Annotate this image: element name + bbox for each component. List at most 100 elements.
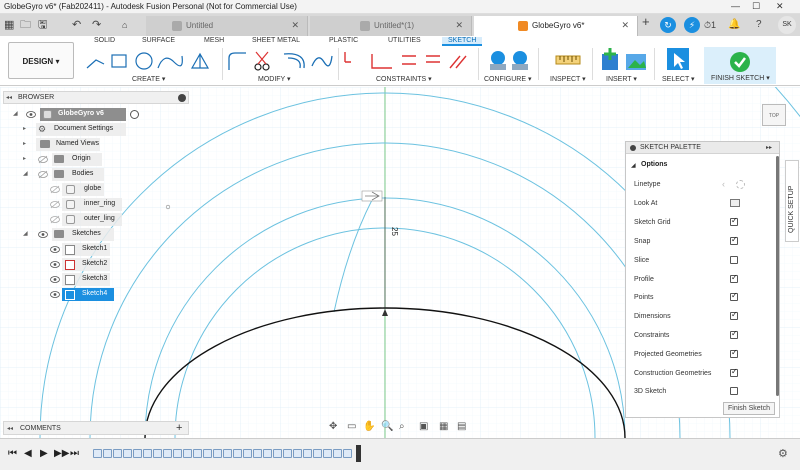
option-sketch-grid[interactable]: Sketch Grid <box>634 216 744 226</box>
option-dimensions[interactable]: Dimensions <box>634 310 744 320</box>
select-menu[interactable]: SELECT ▾ <box>662 75 695 83</box>
add-comment-button[interactable]: + <box>176 422 182 434</box>
option-snap[interactable]: Snap <box>634 235 744 245</box>
measure-icon[interactable] <box>554 52 584 70</box>
activate-radio-icon[interactable] <box>130 110 139 119</box>
visibility-eye-icon[interactable] <box>26 110 36 119</box>
expand-arrow-icon[interactable]: ◢ <box>23 170 28 177</box>
viewports-icon[interactable]: ▤ <box>457 421 466 432</box>
home-icon[interactable]: ⌂ <box>122 18 127 32</box>
expand-arrow-icon[interactable]: ▸ <box>23 155 26 162</box>
option-projected-geometries[interactable]: Projected Geometries <box>634 348 744 358</box>
tab-surface[interactable]: SURFACE <box>142 37 175 44</box>
data-panel-icon[interactable]: ⚡ <box>684 17 700 33</box>
grid-snaps-icon[interactable]: ▦ <box>439 421 448 432</box>
timeline-forward-button[interactable]: ▶▶ <box>54 448 69 459</box>
maximize-button[interactable]: ☐ <box>752 1 760 12</box>
timeline-feature-icon[interactable] <box>193 449 202 458</box>
timeline-feature-icon[interactable] <box>293 449 302 458</box>
timeline-feature-icon[interactable] <box>303 449 312 458</box>
timeline-feature-icon[interactable] <box>223 449 232 458</box>
slice-checkbox[interactable] <box>730 256 738 264</box>
modify-menu[interactable]: MODIFY ▾ <box>258 75 291 83</box>
timeline-feature-icon[interactable] <box>143 449 152 458</box>
points-checkbox[interactable] <box>730 291 738 301</box>
root-component-node[interactable]: GlobeGyro v6 <box>40 108 126 121</box>
visibility-eye-icon[interactable] <box>50 215 60 224</box>
timeline-first-button[interactable]: ⏮ <box>8 448 17 459</box>
browser-item-origin[interactable]: ▸ Origin <box>12 153 112 166</box>
browser-item-sketch1[interactable]: Sketch1 <box>12 243 122 256</box>
timeline-feature-icon[interactable] <box>263 449 272 458</box>
option-constraints[interactable]: Constraints <box>634 329 744 339</box>
sketch-palette-header[interactable]: SKETCH PALETTE ▸▸ <box>626 142 779 154</box>
minimize-button[interactable]: — <box>731 1 740 11</box>
close-tab-icon[interactable]: ✕ <box>455 20 463 31</box>
browser-pin-icon[interactable] <box>178 94 186 102</box>
tab-globegyro[interactable]: GlobeGyro v6* ✕ <box>474 16 638 36</box>
profile-checkbox[interactable] <box>730 273 738 283</box>
timeline-feature-icon[interactable] <box>93 449 102 458</box>
browser-item-inner-ring[interactable]: inner_ring <box>12 198 132 211</box>
browser-item-root[interactable]: ◢ GlobeGyro v6 <box>12 108 139 121</box>
visibility-eye-icon[interactable] <box>50 275 60 284</box>
timeline-marker[interactable] <box>356 445 361 462</box>
snap-checkbox[interactable] <box>730 235 738 245</box>
timeline-feature-icon[interactable] <box>103 449 112 458</box>
construction-linetype-icon[interactable]: ‹ <box>722 179 725 189</box>
pan-icon[interactable]: ✋ <box>363 421 375 432</box>
timeline-feature-icon[interactable] <box>323 449 332 458</box>
projected-geometries-checkbox[interactable] <box>730 348 738 358</box>
expand-arrow-icon[interactable]: ▸ <box>23 140 26 147</box>
timeline-feature-icon[interactable] <box>333 449 342 458</box>
redo-icon[interactable]: ↷ <box>92 18 101 32</box>
workspace-switcher-button[interactable]: DESIGN ▾ <box>8 42 74 79</box>
finish-sketch-button[interactable]: FINISH SKETCH ▾ <box>704 47 776 84</box>
dimension-value[interactable]: 25 <box>390 227 399 236</box>
comments-collapse-icon[interactable]: ◂◂ <box>7 425 13 432</box>
visibility-eye-icon[interactable] <box>50 200 60 209</box>
palette-pin-icon[interactable] <box>630 145 636 151</box>
browser-item-sketches[interactable]: ◢ Sketches <box>12 228 122 241</box>
close-window-button[interactable]: ✕ <box>776 1 784 12</box>
extensions-icon[interactable]: ↻ <box>660 17 676 33</box>
browser-item-sketch2[interactable]: Sketch2 <box>12 258 122 271</box>
tab-sheet-metal[interactable]: SHEET METAL <box>252 37 300 44</box>
selected-sketch-node[interactable]: Sketch4 <box>62 288 114 301</box>
configure-menu[interactable]: CONFIGURE ▾ <box>484 75 531 83</box>
timeline-last-button[interactable]: ⏭ <box>70 448 79 459</box>
timeline-feature-icon[interactable] <box>113 449 122 458</box>
timeline-feature-icon[interactable] <box>163 449 172 458</box>
file-menu-icon[interactable]: 🗀 <box>20 18 31 32</box>
palette-scrollbar[interactable] <box>776 156 779 396</box>
browser-item-outer-ling[interactable]: outer_ling <box>12 213 132 226</box>
timeline-feature-icon[interactable] <box>153 449 162 458</box>
help-icon[interactable]: ? <box>756 18 762 32</box>
visibility-eye-icon[interactable] <box>38 230 48 239</box>
constraints-checkbox[interactable] <box>730 329 738 339</box>
zoom-icon[interactable]: 🔍 <box>381 421 393 432</box>
visibility-eye-icon[interactable] <box>50 185 60 194</box>
inspect-menu[interactable]: INSPECT ▾ <box>550 75 586 83</box>
timeline-feature-icon[interactable] <box>243 449 252 458</box>
palette-finish-sketch-button[interactable]: Finish Sketch <box>723 402 775 415</box>
tab-mesh[interactable]: MESH <box>204 37 224 44</box>
expand-arrow-icon[interactable]: ▸ <box>23 125 26 132</box>
timeline-feature-icon[interactable] <box>173 449 182 458</box>
browser-item-document-settings[interactable]: ▸ ⚙ Document Settings <box>12 123 126 136</box>
tab-sketch[interactable]: SKETCH <box>442 37 483 46</box>
timeline-feature-icon[interactable] <box>273 449 282 458</box>
3d-sketch-checkbox[interactable] <box>730 387 738 395</box>
timeline-feature-icon[interactable] <box>213 449 222 458</box>
tab-utilities[interactable]: UTILITIES <box>388 37 421 44</box>
timeline-feature-icon[interactable] <box>133 449 142 458</box>
timeline-back-button[interactable]: ◀ <box>24 448 32 459</box>
visibility-eye-icon[interactable] <box>38 155 48 164</box>
option-construction-geometries[interactable]: Construction Geometries <box>634 367 744 377</box>
orbit-icon[interactable]: ✥ <box>329 421 337 432</box>
insert-menu[interactable]: INSERT ▾ <box>606 75 637 83</box>
close-tab-icon[interactable]: ✕ <box>621 20 629 31</box>
browser-item-bodies[interactable]: ◢ Bodies <box>12 168 112 181</box>
app-menu-grid-icon[interactable]: ▦ <box>4 18 14 32</box>
timeline-feature-icon[interactable] <box>233 449 242 458</box>
